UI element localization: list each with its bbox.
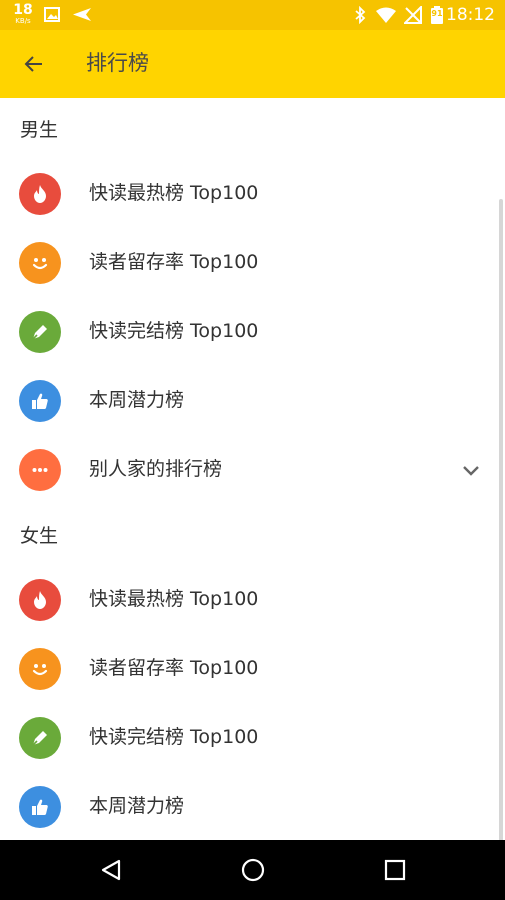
flame-icon <box>19 579 61 621</box>
app-bar: 排行榜 <box>0 30 505 98</box>
arrow-left-icon <box>24 56 42 72</box>
list-item-label: 快读最热榜 Top100 <box>89 182 259 204</box>
list-item-label: 本周潜力榜 <box>89 795 185 817</box>
ranking-list[interactable]: 男生 快读最热榜 Top100 读者留存率 Top100 快读完结榜 Top10… <box>0 98 505 840</box>
flame-icon <box>19 173 61 215</box>
list-item-label: 快读完结榜 Top100 <box>89 726 259 748</box>
scrollbar[interactable] <box>499 199 503 840</box>
list-item-female-potential[interactable]: 本周潜力榜 <box>0 772 505 840</box>
pen-icon <box>19 311 61 353</box>
send-notification-icon <box>72 7 92 26</box>
clock: 18:12 <box>446 5 495 25</box>
list-item-female-completed[interactable]: 快读完结榜 Top100 <box>0 703 505 772</box>
list-item-label: 读者留存率 Top100 <box>89 657 259 679</box>
page-title: 排行榜 <box>86 51 149 75</box>
chevron-down-icon[interactable] <box>458 457 484 483</box>
list-item-label: 读者留存率 Top100 <box>89 251 259 273</box>
bluetooth-icon <box>354 5 366 28</box>
back-button[interactable] <box>14 44 54 84</box>
thumbs-up-icon <box>19 380 61 422</box>
pen-icon <box>19 717 61 759</box>
list-item-male-retention[interactable]: 读者留存率 Top100 <box>0 228 505 297</box>
network-speed-unit: KB/s <box>15 17 31 25</box>
nav-recents-button[interactable] <box>380 855 410 885</box>
square-recents-icon <box>384 859 406 881</box>
list-item-male-hottest[interactable]: 快读最热榜 Top100 <box>0 159 505 228</box>
system-nav-bar <box>0 840 505 900</box>
status-bar: 18 KB/s 91 18:12 <box>0 0 505 30</box>
list-item-label: 本周潜力榜 <box>89 389 185 411</box>
nav-home-button[interactable] <box>238 855 268 885</box>
no-signal-icon <box>402 4 422 28</box>
smiley-icon <box>19 242 61 284</box>
list-item-male-potential[interactable]: 本周潜力榜 <box>0 366 505 435</box>
list-item-male-others[interactable]: 别人家的排行榜 <box>0 435 505 504</box>
network-speed-value: 18 <box>13 2 33 18</box>
list-item-label: 快读完结榜 Top100 <box>89 320 259 342</box>
smiley-icon <box>19 648 61 690</box>
thumbs-up-icon <box>19 786 61 828</box>
triangle-back-icon <box>101 859 121 881</box>
circle-home-icon <box>241 858 265 882</box>
image-notification-icon <box>44 7 60 26</box>
battery-level: 91 <box>431 9 443 18</box>
nav-back-button[interactable] <box>97 855 127 885</box>
list-item-male-completed[interactable]: 快读完结榜 Top100 <box>0 297 505 366</box>
section-header-female: 女生 <box>20 525 59 547</box>
network-speed: 18 KB/s <box>11 3 35 25</box>
list-item-label: 别人家的排行榜 <box>89 458 223 480</box>
list-item-label: 快读最热榜 Top100 <box>89 588 259 610</box>
wifi-icon <box>376 7 396 27</box>
section-header-male: 男生 <box>20 119 59 141</box>
more-icon <box>19 449 61 491</box>
list-item-female-retention[interactable]: 读者留存率 Top100 <box>0 634 505 703</box>
list-item-female-hottest[interactable]: 快读最热榜 Top100 <box>0 565 505 634</box>
